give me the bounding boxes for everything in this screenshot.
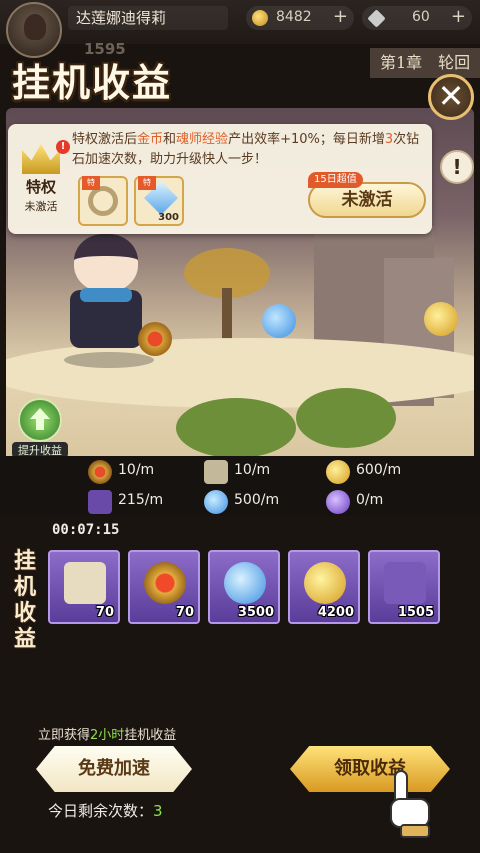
privilege-banner: 特权激活后金币和魂师经验产出效率+10%；每日新增3次钻石加速次数，助力升级快人… [8, 124, 432, 234]
idle-label-char: 益 [13, 626, 36, 652]
reward-quantity: 3500 [237, 605, 274, 620]
privilege-reward-frame[interactable]: 特 [78, 176, 128, 226]
free-speedup-button[interactable]: 免费加速 [36, 746, 192, 792]
add-gold-button[interactable]: + [333, 6, 348, 27]
reward-slot[interactable]: 4200 [288, 550, 360, 624]
coin-icon [326, 460, 350, 484]
privilege-highlight: 魂师经验 [176, 132, 229, 147]
idle-rewards-label: 挂 机 收 益 [8, 548, 42, 652]
coin-icon [304, 562, 346, 604]
gold-value: 8482 [276, 9, 312, 25]
instant-gain-text: 立即获得2小时挂机收益 [38, 724, 176, 743]
reward-quantity: 300 [158, 212, 179, 223]
idle-label-char: 收 [13, 600, 36, 626]
hero-head [74, 234, 138, 292]
potion-drop-icon [262, 304, 296, 338]
scroll-icon [64, 562, 106, 604]
rate-value: 0/m [356, 492, 384, 508]
info-button[interactable]: ! [440, 150, 474, 184]
rate-value: 500/m [234, 492, 280, 508]
reward-quantity: 4200 [317, 605, 354, 620]
add-gem-button[interactable]: + [451, 6, 466, 27]
hero-shadow [64, 352, 154, 368]
avatar[interactable] [6, 2, 62, 58]
bottle-icon [326, 490, 350, 514]
privilege-text: 特权激活后 [72, 132, 138, 147]
reward-quantity: 70 [175, 605, 194, 620]
idle-label-char: 机 [13, 574, 36, 600]
crest-icon [144, 562, 186, 604]
reward-flag: 特 [138, 176, 156, 190]
chapter-tag: 第1章 轮回 [370, 48, 480, 78]
potion-icon [204, 490, 228, 514]
rate-value: 10/m [118, 462, 155, 478]
page-title: 挂机收益 [12, 60, 173, 105]
idle-label-char: 挂 [13, 548, 36, 574]
top-bar: 达莲娜迪得莉 8482 + 60 + [0, 0, 480, 58]
crest-drop-icon [138, 322, 172, 356]
reward-quantity: 70 [95, 605, 114, 620]
privilege-badge[interactable]: ! 特权 未激活 [12, 140, 70, 226]
boost-income-button[interactable]: 提升收益 [12, 398, 68, 458]
rate-value: 600/m [356, 462, 402, 478]
pointing-hand-icon [386, 770, 436, 842]
coin-drop-icon [424, 302, 458, 336]
value-tag: 15日超值 [308, 172, 363, 188]
bush [176, 398, 296, 458]
income-rates: 10/m 10/m 600/m 215/m 500/m 0/m [0, 456, 480, 516]
reward-slot[interactable]: 3500 [208, 550, 280, 624]
remaining-count-text: 今日剩余次数：3 [48, 800, 163, 821]
privilege-highlight: 金币 [137, 132, 164, 147]
exp-book-icon [88, 490, 112, 514]
privilege-highlight: 3 [384, 132, 394, 147]
notification-dot: ! [56, 140, 70, 154]
reward-quantity: 1505 [397, 605, 434, 620]
gem-value: 60 [412, 9, 430, 25]
reward-flag: 特 [82, 176, 100, 190]
close-button[interactable]: ✕ [428, 74, 474, 120]
gem-counter: 60 + [362, 6, 472, 30]
privilege-status: 未激活 [24, 200, 58, 213]
privilege-description: 特权激活后金币和魂师经验产出效率+10%；每日新增3次钻石加速次数，助力升级快人… [72, 130, 432, 170]
reward-slot[interactable]: 70 [128, 550, 200, 624]
exp-book-icon [384, 562, 426, 604]
diamond-icon [367, 9, 386, 28]
gain-duration: 2小时 [90, 728, 125, 743]
crest-icon [88, 460, 112, 484]
rate-value: 10/m [234, 462, 271, 478]
crown-icon [22, 144, 60, 174]
idle-timer: 00:07:15 [52, 522, 120, 538]
hero-scarf [80, 288, 132, 302]
gain-prefix: 立即获得 [38, 728, 91, 743]
remaining-count: 3 [153, 802, 163, 820]
reward-slot[interactable]: 1505 [368, 550, 440, 624]
scroll-icon [204, 460, 228, 484]
potion-icon [224, 562, 266, 604]
hand-cuff [400, 824, 430, 838]
avatar-frame-icon [88, 186, 118, 216]
remaining-label: 今日剩余次数： [48, 802, 154, 820]
gold-coin-icon [252, 10, 268, 26]
rate-value: 215/m [118, 492, 164, 508]
arrow-up-icon [18, 398, 62, 442]
player-name: 达莲娜迪得莉 [68, 6, 228, 30]
privilege-text: 产出效率+10%；每日新增 [228, 132, 385, 147]
gain-suffix: 挂机收益 [124, 728, 177, 743]
reward-slot[interactable]: 70 [48, 550, 120, 624]
gold-counter: 8482 + [246, 6, 354, 30]
privilege-reward-diamond[interactable]: 特 300 [134, 176, 184, 226]
privilege-text: 和 [163, 132, 177, 147]
bush [296, 388, 396, 448]
privilege-label: 特权 [25, 178, 56, 196]
